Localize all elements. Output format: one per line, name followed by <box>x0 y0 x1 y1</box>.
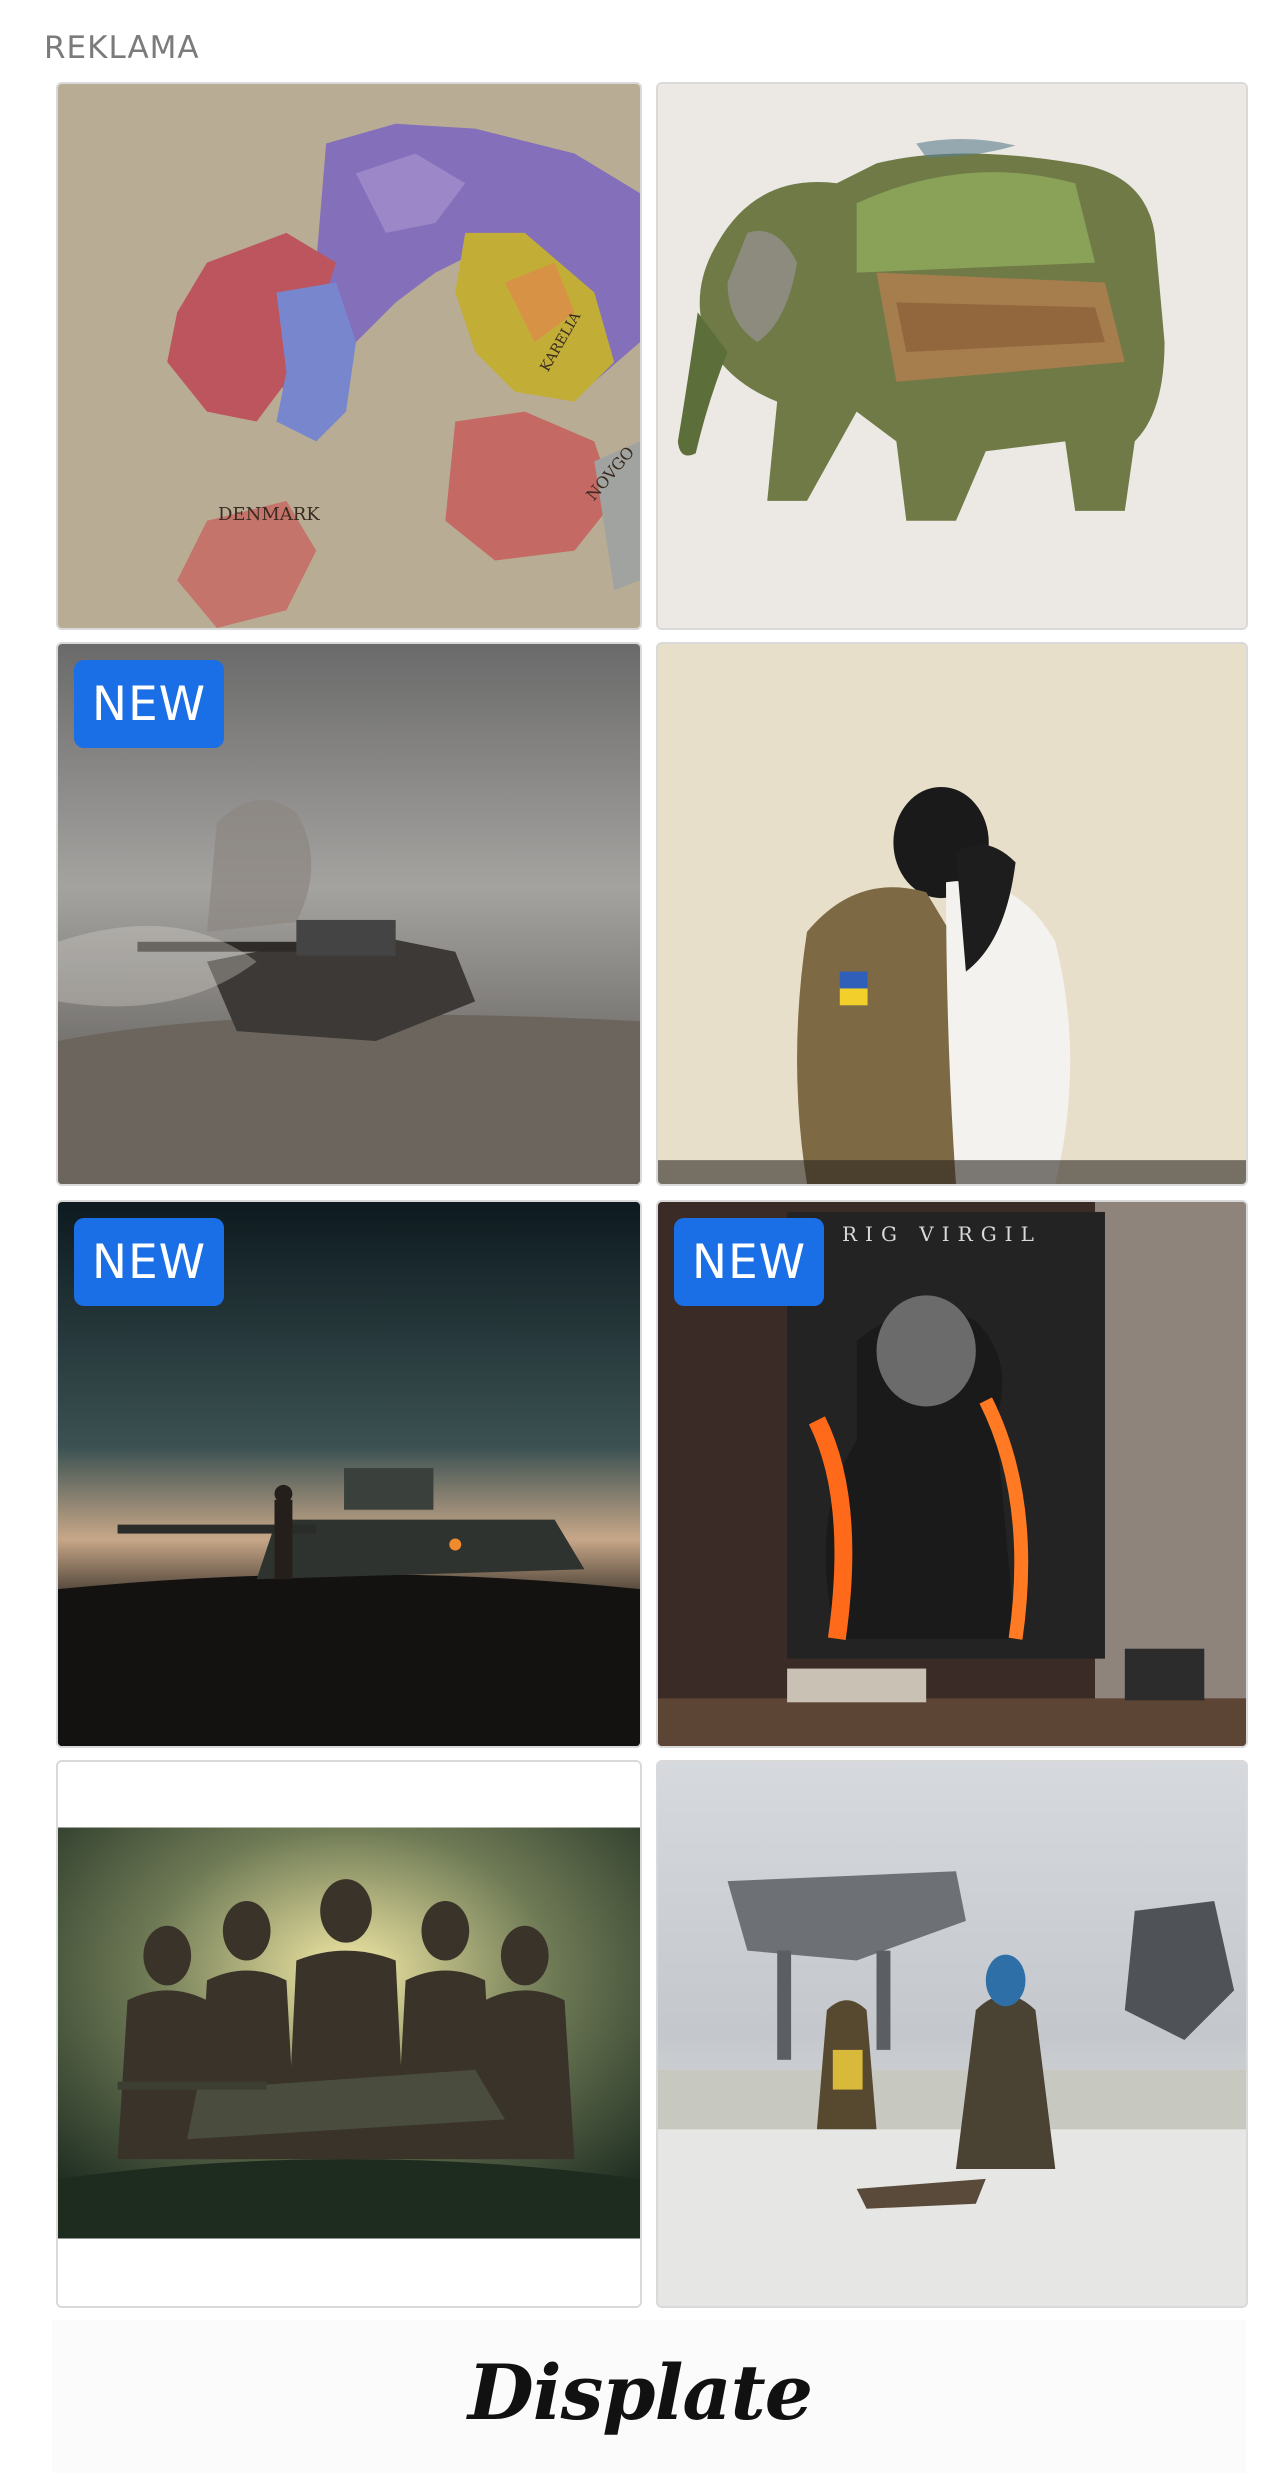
soldier-artwork <box>658 644 1246 1184</box>
new-badge: NEW <box>74 1218 224 1306</box>
product-tile-map[interactable]: DENMARK KARELIA NOVGO <box>56 82 642 630</box>
map-label-denmark: DENMARK <box>218 504 320 525</box>
elephant-artwork <box>658 84 1246 628</box>
product-tile-band[interactable] <box>56 1760 642 2308</box>
product-tile-soldier[interactable] <box>656 642 1248 1186</box>
ad-label: REKLAMA <box>44 30 200 66</box>
product-tile-tank-dusk[interactable]: NEW <box>56 1200 642 1748</box>
product-tile-poster[interactable]: RIG VIRGIL NEW <box>656 1200 1248 1748</box>
new-badge: NEW <box>74 660 224 748</box>
product-tile-elephant[interactable] <box>656 82 1248 630</box>
winter-artwork <box>658 1762 1246 2306</box>
product-tile-winter[interactable] <box>656 1760 1248 2308</box>
displate-logo[interactable]: Displate <box>0 2348 1280 2437</box>
poster-caption: RIG VIRGIL <box>842 1222 1042 1246</box>
band-artwork <box>58 1762 640 2306</box>
new-badge: NEW <box>674 1218 824 1306</box>
product-tile-tank-storm[interactable]: NEW <box>56 642 642 1186</box>
